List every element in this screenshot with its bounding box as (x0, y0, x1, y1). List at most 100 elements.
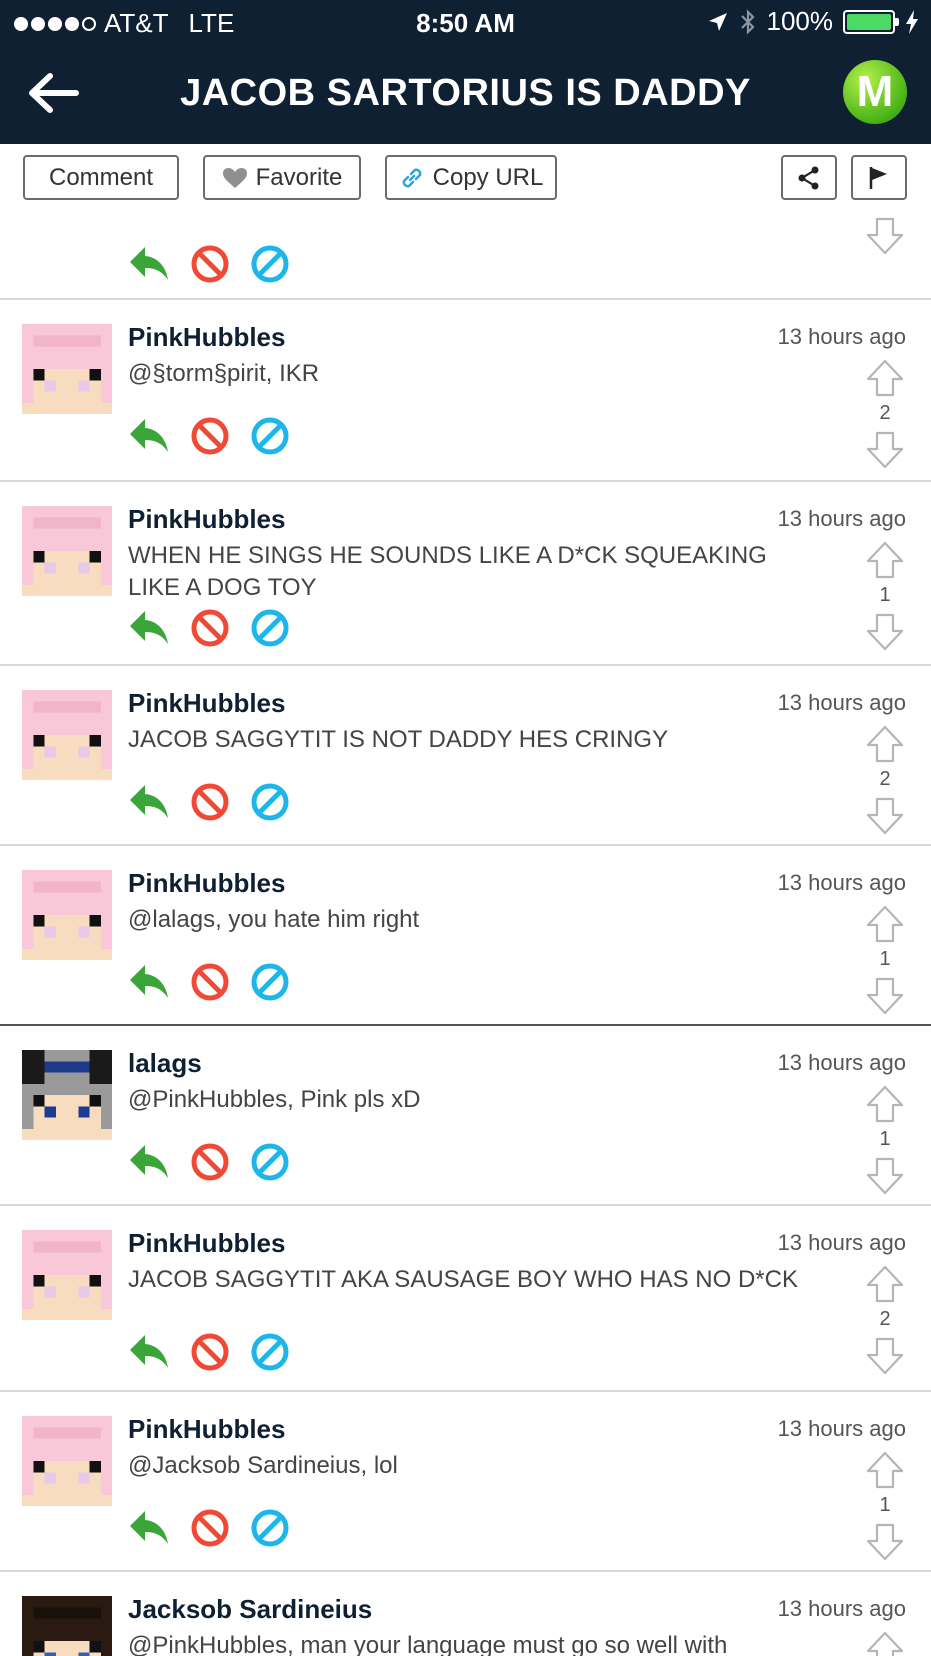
link-icon (399, 165, 425, 191)
comment-actions (128, 1142, 290, 1182)
comment-row: PinkHubbles 13 hours ago JACOB SAGGYTIT … (0, 1206, 931, 1392)
upvote-arrow-icon[interactable] (865, 1264, 905, 1304)
comment-actions (128, 608, 290, 648)
reply-icon[interactable] (128, 1333, 170, 1371)
user-avatar[interactable] (22, 690, 112, 780)
block-icon[interactable] (190, 1508, 230, 1548)
user-avatar[interactable] (22, 324, 112, 414)
user-avatar[interactable] (22, 506, 112, 596)
status-right: 100% (707, 6, 920, 37)
upvote-arrow-icon[interactable] (865, 724, 905, 764)
reply-icon[interactable] (128, 609, 170, 647)
vote-count: 2 (879, 402, 891, 424)
share-button[interactable] (781, 155, 837, 200)
favorite-button[interactable]: Favorite (203, 155, 361, 200)
hide-icon[interactable] (250, 1332, 290, 1372)
downvote-arrow-icon[interactable] (865, 1522, 905, 1562)
block-icon[interactable] (190, 416, 230, 456)
comment-username[interactable]: PinkHubbles (128, 688, 285, 719)
comment-text: @PinkHubbles, Pink pls xD (128, 1086, 421, 1113)
report-button[interactable] (851, 155, 907, 200)
comment-timestamp: 13 hours ago (777, 1230, 906, 1255)
user-avatar[interactable] (22, 1596, 112, 1656)
upvote-arrow-icon[interactable] (865, 358, 905, 398)
charging-icon (906, 9, 918, 34)
upvote-arrow-icon[interactable] (865, 1084, 905, 1124)
downvote-arrow-icon[interactable] (865, 1336, 905, 1376)
user-avatar[interactable] (22, 1230, 112, 1320)
vote-count: 2 (879, 768, 891, 790)
reply-icon[interactable] (128, 783, 170, 821)
nav-bar: JACOB SARTORIUS IS DADDY M (0, 46, 931, 144)
vote-count: 1 (879, 584, 891, 606)
comment-row: PinkHubbles 13 hours ago JACOB SAGGYTIT … (0, 666, 931, 846)
comment-actions (128, 782, 290, 822)
block-icon[interactable] (190, 244, 230, 284)
comment-timestamp: 13 hours ago (777, 1416, 906, 1441)
comment-username[interactable]: PinkHubbles (128, 1228, 285, 1259)
comment-username[interactable]: PinkHubbles (128, 1414, 285, 1445)
comment-timestamp: 13 hours ago (777, 1596, 906, 1621)
comment-row: Jacksob Sardineius 13 hours ago @PinkHub… (0, 1572, 931, 1656)
reply-icon[interactable] (128, 1509, 170, 1547)
comment-button[interactable]: Comment (23, 155, 179, 200)
reply-icon[interactable] (128, 1143, 170, 1181)
block-icon[interactable] (190, 1332, 230, 1372)
vote-count: 1 (879, 1128, 891, 1150)
user-avatar[interactable] (22, 870, 112, 960)
upvote-arrow-icon[interactable] (865, 904, 905, 944)
hide-icon[interactable] (250, 782, 290, 822)
comment-text: JACOB SAGGYTIT AKA SAUSAGE BOY WHO HAS N… (128, 1266, 798, 1293)
hide-icon[interactable] (250, 608, 290, 648)
block-icon[interactable] (190, 782, 230, 822)
comment-actions (128, 1508, 290, 1548)
upvote-arrow-icon[interactable] (865, 540, 905, 580)
comment-text: @lalags, you hate him right (128, 906, 420, 933)
hide-icon[interactable] (250, 962, 290, 1002)
comment-actions (128, 416, 290, 456)
hide-icon[interactable] (250, 416, 290, 456)
block-icon[interactable] (190, 962, 230, 1002)
app-logo[interactable]: M (843, 60, 907, 124)
comment-username[interactable]: PinkHubbles (128, 504, 285, 535)
comment-username[interactable]: Jacksob Sardineius (128, 1594, 372, 1625)
back-arrow-icon[interactable] (24, 68, 84, 118)
block-icon[interactable] (190, 1142, 230, 1182)
share-icon (798, 166, 819, 189)
comment-text: @§torm§pirit, IKR (128, 360, 320, 387)
comment-text: WHEN HE SINGS HE SOUNDS LIKE A D*CK SQUE… (128, 542, 767, 601)
hide-icon[interactable] (250, 1508, 290, 1548)
upvote-arrow-icon[interactable] (865, 1450, 905, 1490)
location-arrow-icon (708, 12, 727, 31)
downvote-arrow-icon[interactable] (865, 216, 905, 256)
comment-username[interactable]: PinkHubbles (128, 322, 285, 353)
user-avatar[interactable] (22, 1416, 112, 1506)
comment-row: PinkHubbles 13 hours ago @§torm§pirit, I… (0, 300, 931, 482)
downvote-arrow-icon[interactable] (865, 430, 905, 470)
hide-icon[interactable] (250, 244, 290, 284)
comment-timestamp: 13 hours ago (777, 690, 906, 715)
comment-text: JACOB SAGGYTIT IS NOT DADDY HES CRINGY (128, 726, 669, 753)
comment-partial (0, 208, 931, 300)
comment-text: @PinkHubbles, man your language must go … (128, 1632, 728, 1656)
downvote-arrow-icon[interactable] (865, 1156, 905, 1196)
reply-icon[interactable] (128, 245, 170, 283)
vote-count: 1 (879, 948, 891, 970)
comment-username[interactable]: lalags (128, 1048, 202, 1079)
reply-icon[interactable] (128, 963, 170, 1001)
comment-actions (128, 962, 290, 1002)
copy-url-button[interactable]: Copy URL (385, 155, 557, 200)
status-bar: AT&T LTE 8:50 AM 100% (0, 0, 931, 46)
downvote-arrow-icon[interactable] (865, 612, 905, 652)
downvote-arrow-icon[interactable] (865, 796, 905, 836)
comment-username[interactable]: PinkHubbles (128, 868, 285, 899)
upvote-arrow-icon[interactable] (865, 1630, 905, 1656)
block-icon[interactable] (190, 608, 230, 648)
comment-row: lalags 13 hours ago @PinkHubbles, Pink p… (0, 1026, 931, 1206)
comment-text: @Jacksob Sardineius, lol (128, 1452, 398, 1479)
reply-icon[interactable] (128, 417, 170, 455)
comment-row: PinkHubbles 13 hours ago @lalags, you ha… (0, 846, 931, 1026)
user-avatar[interactable] (22, 1050, 112, 1140)
hide-icon[interactable] (250, 1142, 290, 1182)
downvote-arrow-icon[interactable] (865, 976, 905, 1016)
